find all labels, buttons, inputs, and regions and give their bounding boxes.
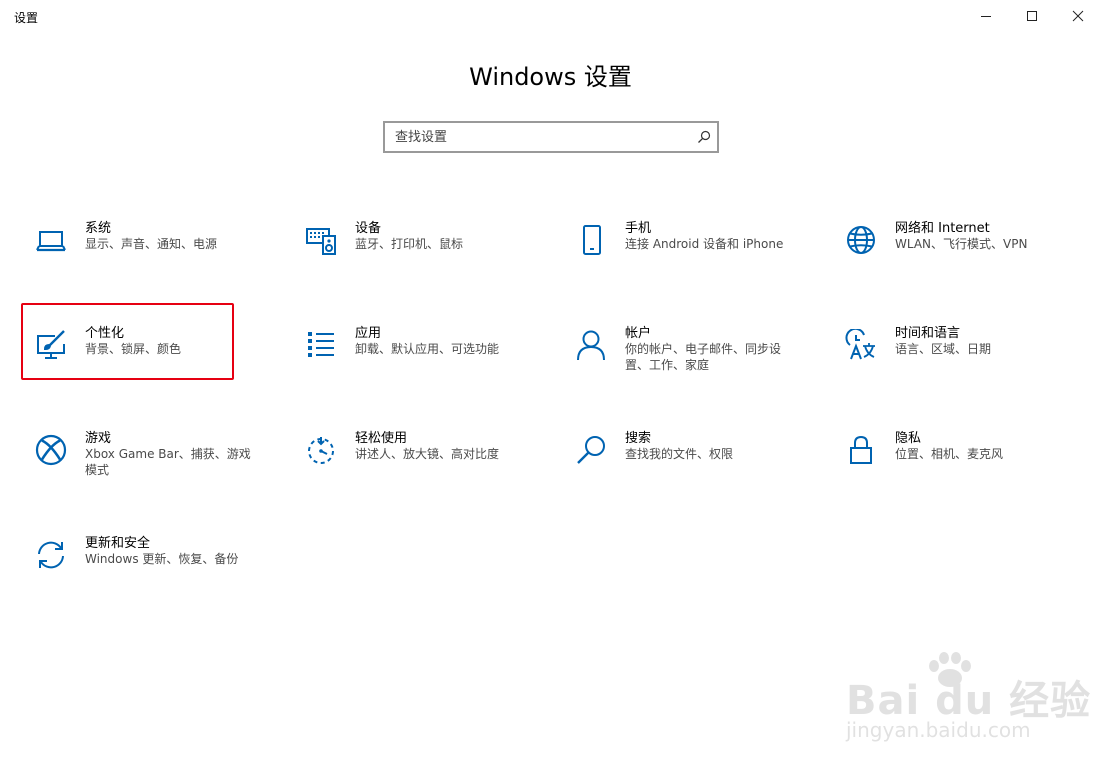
tile-description: 卸载、默认应用、可选功能 — [355, 342, 500, 356]
tile-title: 手机 — [625, 221, 652, 236]
tile-title: 帐户 — [625, 326, 652, 341]
magnifier-icon — [575, 434, 607, 466]
clock-language-icon — [845, 329, 877, 361]
tile-description: Windows 更新、恢复、备份 — [85, 552, 239, 566]
search-input[interactable] — [395, 123, 685, 151]
tile-privacy[interactable]: 隐私 位置、相机、麦克风 — [831, 422, 1061, 512]
baidu-watermark: Bai du 经验 jingyan.baidu.com — [840, 650, 1090, 750]
globe-icon — [845, 224, 877, 256]
minimize-icon — [981, 16, 991, 17]
tile-network[interactable]: 网络和 Internet WLAN、飞行模式、VPN — [831, 212, 1061, 302]
window-title: 设置 — [14, 11, 39, 25]
tile-title: 网络和 Internet — [895, 221, 990, 236]
watermark-url: jingyan.baidu.com — [846, 718, 1031, 742]
tile-accounts[interactable]: 帐户 你的帐户、电子邮件、同步设置、工作、家庭 — [561, 317, 791, 407]
tile-update-security[interactable]: 更新和安全 Windows 更新、恢复、备份 — [21, 527, 251, 617]
close-button[interactable] — [1055, 0, 1101, 32]
minimize-button[interactable] — [963, 0, 1009, 32]
tile-title: 设备 — [355, 221, 382, 236]
phone-icon — [575, 224, 607, 256]
tile-title: 隐私 — [895, 431, 922, 446]
tile-ease-of-access[interactable]: 轻松使用 讲述人、放大镜、高对比度 — [291, 422, 521, 512]
tile-title: 搜索 — [625, 431, 652, 446]
title-bar: 设置 — [0, 0, 1101, 32]
maximize-button[interactable] — [1009, 0, 1055, 32]
tile-title: 轻松使用 — [355, 431, 408, 446]
person-icon — [575, 329, 607, 361]
tile-description: 语言、区域、日期 — [895, 342, 992, 356]
app-list-icon — [305, 329, 337, 361]
tile-description: 讲述人、放大镜、高对比度 — [355, 447, 500, 461]
tile-description: 连接 Android 设备和 iPhone — [625, 237, 784, 251]
page-title: Windows 设置 — [469, 63, 632, 91]
tile-title: 更新和安全 — [85, 536, 151, 551]
highlight-box — [21, 303, 234, 380]
tile-gaming[interactable]: 游戏 Xbox Game Bar、捕获、游戏模式 — [21, 422, 251, 512]
tile-title: 游戏 — [85, 431, 112, 446]
keyboard-speaker-icon — [305, 224, 337, 256]
tile-description: 显示、声音、通知、电源 — [85, 237, 218, 251]
tile-description: 你的帐户、电子邮件、同步设置、工作、家庭 — [625, 342, 782, 372]
tile-system[interactable]: 系统 显示、声音、通知、电源 — [21, 212, 251, 302]
tile-title: 应用 — [355, 326, 382, 341]
tile-description: WLAN、飞行模式、VPN — [895, 237, 1028, 251]
lock-icon — [845, 434, 877, 466]
tile-title: 系统 — [85, 221, 112, 236]
tile-description: 位置、相机、麦克风 — [895, 447, 1004, 461]
search-box[interactable] — [383, 121, 719, 153]
xbox-icon — [35, 434, 67, 466]
tile-apps[interactable]: 应用 卸载、默认应用、可选功能 — [291, 317, 521, 407]
ease-of-access-icon — [305, 434, 337, 466]
tile-description: Xbox Game Bar、捕获、游戏模式 — [85, 447, 251, 477]
close-icon — [1072, 10, 1084, 22]
tile-search[interactable]: 搜索 查找我的文件、权限 — [561, 422, 791, 512]
search-icon[interactable] — [697, 130, 711, 144]
sync-icon — [35, 539, 67, 571]
maximize-icon — [1027, 11, 1037, 21]
tile-time-language[interactable]: 时间和语言 语言、区域、日期 — [831, 317, 1061, 407]
tile-description: 查找我的文件、权限 — [625, 447, 734, 461]
tile-devices[interactable]: 设备 蓝牙、打印机、鼠标 — [291, 212, 521, 302]
tile-description: 蓝牙、打印机、鼠标 — [355, 237, 464, 251]
laptop-icon — [35, 224, 67, 256]
tile-phone[interactable]: 手机 连接 Android 设备和 iPhone — [561, 212, 791, 302]
tile-title: 时间和语言 — [895, 326, 961, 341]
